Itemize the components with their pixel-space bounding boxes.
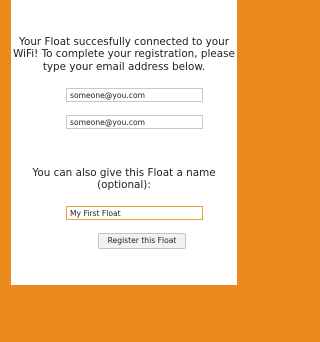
registration-card: Your Float succesfully connected to your… <box>11 0 237 285</box>
intro-text: Your Float succesfully connected to your… <box>13 36 235 73</box>
register-button[interactable]: Register this Float <box>98 233 186 249</box>
float-name-field[interactable] <box>66 206 203 220</box>
name-prompt: You can also give this Float a name (opt… <box>32 167 216 192</box>
email-confirm-field[interactable] <box>66 115 203 129</box>
email-field[interactable] <box>66 88 203 102</box>
